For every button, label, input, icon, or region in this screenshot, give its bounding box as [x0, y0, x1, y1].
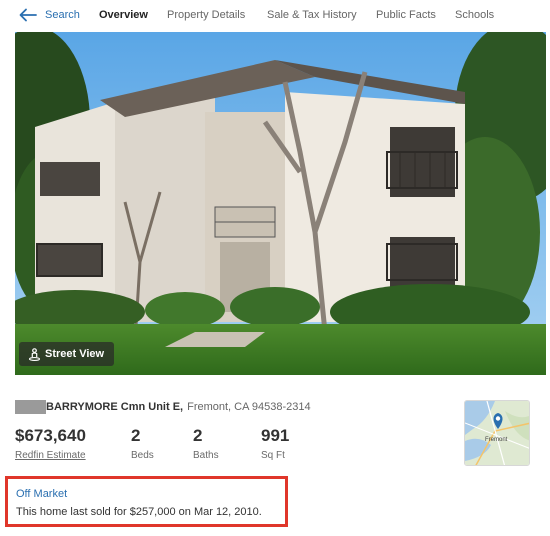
- map-thumbnail[interactable]: Fremont: [464, 400, 530, 466]
- back-to-search-button[interactable]: Search: [19, 8, 80, 22]
- beds-stat: 2 Beds: [131, 426, 154, 461]
- tab-overview[interactable]: Overview: [99, 9, 148, 21]
- tab-schools[interactable]: Schools: [455, 9, 494, 21]
- property-address: BARRYMORE Cmn Unit E, Fremont, CA 94538-…: [15, 399, 311, 415]
- map-image: Fremont: [465, 401, 529, 465]
- last-sold-text: This home last sold for $257,000 on Mar …: [16, 506, 262, 518]
- off-market-link[interactable]: Off Market: [16, 488, 67, 500]
- price-stat: $673,640 Redfin Estimate: [15, 426, 86, 461]
- sqft-value: 991: [261, 426, 290, 445]
- tab-property-details[interactable]: Property Details: [167, 9, 245, 21]
- redacted-street-number: [15, 400, 46, 414]
- sqft-label: Sq Ft: [261, 450, 285, 461]
- beds-value: 2: [131, 426, 141, 445]
- address-city: Fremont, CA 94538-2314: [187, 401, 311, 413]
- address-street: BARRYMORE Cmn Unit E,: [46, 401, 184, 413]
- back-label: Search: [45, 9, 80, 21]
- sqft-stat: 991 Sq Ft: [261, 426, 289, 461]
- property-photo-image: [15, 32, 546, 375]
- street-view-label: Street View: [45, 348, 105, 360]
- baths-value: 2: [193, 426, 203, 445]
- baths-stat: 2 Baths: [193, 426, 219, 461]
- map-place-label: Fremont: [485, 437, 508, 443]
- street-view-button[interactable]: Street View: [19, 342, 115, 366]
- beds-label: Beds: [131, 450, 154, 461]
- price-value: $673,640: [15, 426, 86, 445]
- off-market-callout: Off Market This home last sold for $257,…: [5, 476, 288, 527]
- top-nav: Search Overview Property Details Sale & …: [0, 0, 550, 32]
- baths-label: Baths: [193, 450, 219, 461]
- street-view-person-icon: [28, 347, 41, 361]
- tab-public-facts[interactable]: Public Facts: [376, 9, 436, 21]
- redfin-estimate-link[interactable]: Redfin Estimate: [15, 450, 86, 461]
- property-photo[interactable]: [15, 32, 546, 375]
- back-arrow-icon: [19, 8, 37, 22]
- tab-sale-tax-history[interactable]: Sale & Tax History: [267, 9, 357, 21]
